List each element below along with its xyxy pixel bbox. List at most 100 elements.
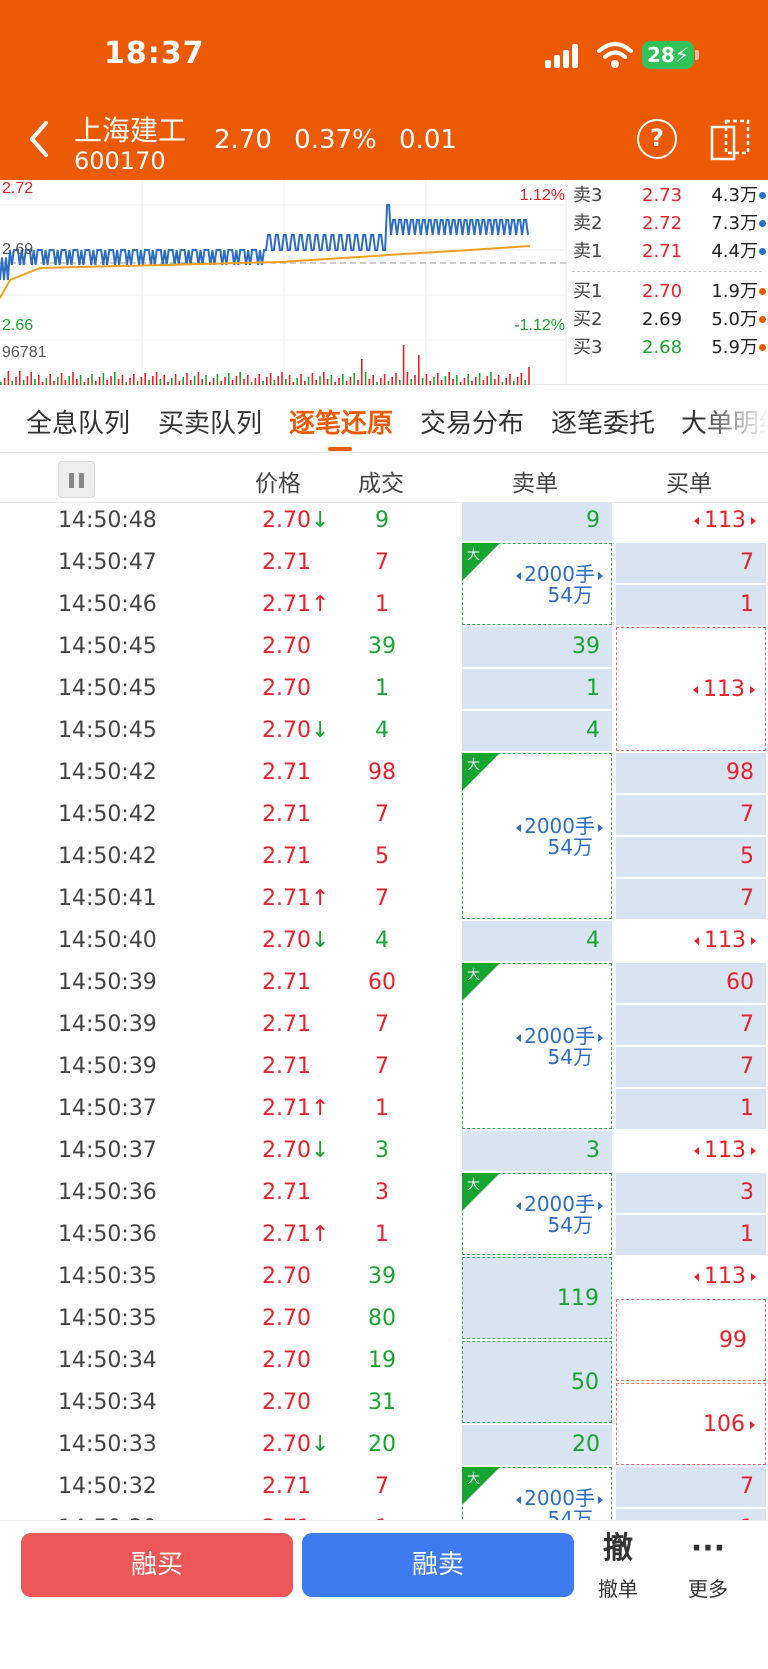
big-sell-order[interactable]: 大 2000手 54万	[462, 543, 612, 625]
tick-row[interactable]: 14:50:36 2.71↑ 1	[0, 1214, 462, 1256]
buy-order[interactable]: 7	[616, 543, 766, 583]
volume-bar	[247, 375, 249, 385]
tick-row[interactable]: 14:50:40 2.70↓ 4	[0, 920, 462, 962]
buy-order[interactable]: 7	[616, 795, 766, 835]
tab-tick-replay[interactable]: 逐笔还原	[289, 403, 393, 440]
margin-buy-button[interactable]: 融买	[21, 1533, 293, 1597]
tick-row[interactable]: 14:50:45 2.70 1	[0, 668, 462, 710]
tick-row[interactable]: 14:50:48 2.70↓ 9	[0, 503, 462, 542]
tick-row[interactable]: 14:50:37 2.70↓ 3	[0, 1130, 462, 1172]
sell-order[interactable]: 39	[462, 627, 612, 667]
clock: 18:37	[104, 36, 205, 71]
volume-label: 96781	[2, 344, 47, 361]
buy-order[interactable]: 1	[616, 1509, 766, 1520]
ob-label: 买1	[573, 281, 603, 302]
sell-order[interactable]: 4	[462, 711, 612, 751]
tick-row[interactable]: 14:50:45 2.70 39	[0, 626, 462, 668]
buy-order[interactable]: 7	[616, 1005, 766, 1045]
wifi-icon	[597, 42, 633, 68]
tick-row[interactable]: 14:50:42 2.71 7	[0, 794, 462, 836]
buy-order-big[interactable]: 113	[616, 1131, 766, 1171]
tick-row[interactable]: 14:50:30 2.71 1	[0, 1508, 462, 1520]
tab-trade-distribution[interactable]: 交易分布	[420, 403, 524, 440]
tick-price: 2.70↓	[262, 1130, 329, 1172]
tick-row[interactable]: 14:50:39 2.71 7	[0, 1004, 462, 1046]
buy-order[interactable]: 7	[616, 1467, 766, 1507]
big-order-amount: 54万	[547, 1213, 593, 1237]
tab-bid-ask-queue[interactable]: 买卖队列	[158, 403, 262, 440]
tick-row[interactable]: 14:50:37 2.71↑ 1	[0, 1088, 462, 1130]
ob-volume: 7.3万	[711, 213, 758, 234]
big-order-lots-line: 2000手	[516, 816, 603, 837]
sell-order[interactable]: 20	[462, 1425, 612, 1465]
buy-order-big[interactable]: 113	[616, 503, 766, 541]
buy-order[interactable]: 3	[616, 1173, 766, 1213]
tick-row[interactable]: 14:50:41 2.71↑ 7	[0, 878, 462, 920]
buy-order[interactable]: 5	[616, 837, 766, 877]
buy-order[interactable]: 98	[616, 753, 766, 793]
help-icon[interactable]: ?	[637, 119, 677, 159]
sell-order[interactable]: 1	[462, 669, 612, 709]
tick-row[interactable]: 14:50:35 2.70 39	[0, 1256, 462, 1298]
buy-order[interactable]: 1	[616, 585, 766, 625]
tick-row[interactable]: 14:50:45 2.70↓ 4	[0, 710, 462, 752]
big-sell-order[interactable]: 大 2000手 54万	[462, 963, 612, 1129]
tick-row[interactable]: 14:50:34 2.70 31	[0, 1382, 462, 1424]
tick-row[interactable]: 14:50:47 2.71 7	[0, 542, 462, 584]
tick-time: 14:50:30	[58, 1508, 157, 1520]
sell-order-merged[interactable]: 50	[462, 1341, 612, 1423]
tick-row[interactable]: 14:50:46 2.71↑ 1	[0, 584, 462, 626]
sell-order[interactable]: 4	[462, 921, 612, 961]
cancel-order-button[interactable]: 撤 撤单	[578, 1529, 658, 1602]
buy-order[interactable]: 7	[616, 1047, 766, 1087]
big-sell-order[interactable]: 大 2000手 54万	[462, 1467, 612, 1520]
big-sell-order[interactable]: 大 2000手 54万	[462, 753, 612, 919]
buy-order-big[interactable]: 113	[616, 627, 766, 751]
pause-button[interactable]	[58, 461, 95, 498]
buy-order[interactable]: 1	[616, 1215, 766, 1255]
tick-row[interactable]: 14:50:34 2.70 19	[0, 1340, 462, 1382]
buy-order-value: 113	[704, 928, 746, 953]
margin-sell-button[interactable]: 融卖	[302, 1533, 574, 1597]
sell-order[interactable]: 9	[462, 503, 612, 541]
big-order-amount: 54万	[547, 1507, 593, 1521]
back-icon[interactable]	[26, 119, 52, 159]
more-button[interactable]: ··· 更多	[668, 1529, 748, 1602]
volume-bar	[330, 375, 333, 385]
buy-order-big[interactable]: 113	[616, 921, 766, 961]
tick-row[interactable]: 14:50:33 2.70↓ 20	[0, 1424, 462, 1466]
buy-order-big[interactable]: 106	[616, 1383, 766, 1465]
buy-order-big[interactable]: 113	[616, 1257, 766, 1297]
tick-row[interactable]: 14:50:39 2.71 60	[0, 962, 462, 1004]
tab-full-queue[interactable]: 全息队列	[26, 403, 130, 440]
intraday-chart[interactable]: 2.72 2.69 2.66 1.12% -1.12% 96781 卖3 2.73…	[0, 180, 768, 385]
big-sell-order[interactable]: 大 2000手 54万	[462, 1173, 612, 1255]
buy-order[interactable]: 60	[616, 963, 766, 1003]
buy-order[interactable]: 7	[616, 879, 766, 919]
volume-bar	[155, 372, 158, 385]
buy-order-big[interactable]: 99	[616, 1299, 766, 1381]
tick-price: 2.70↓	[262, 710, 329, 752]
tick-row[interactable]: 14:50:39 2.71 7	[0, 1046, 462, 1088]
tick-row[interactable]: 14:50:42 2.71 5	[0, 836, 462, 878]
volume-bar	[372, 375, 374, 385]
tick-volume: 3	[375, 1180, 389, 1205]
sell-order-merged[interactable]: 119	[462, 1257, 612, 1339]
big-order-text: 2000手 54万	[516, 1026, 603, 1068]
buy-order[interactable]: 1	[616, 1089, 766, 1129]
tab-tick-orders[interactable]: 逐笔委托	[551, 403, 655, 440]
layout-switch-icon[interactable]	[710, 119, 750, 161]
tick-row[interactable]: 14:50:32 2.71 7	[0, 1466, 462, 1508]
tick-time: 14:50:34	[58, 1348, 157, 1373]
tick-time: 14:50:45	[58, 634, 157, 659]
sell-order[interactable]: 3	[462, 1131, 612, 1171]
ob-label: 卖3	[573, 185, 603, 206]
tick-volume: 19	[368, 1348, 396, 1373]
arrow-down-icon: ↓	[310, 928, 330, 953]
tick-row[interactable]: 14:50:36 2.71 3	[0, 1172, 462, 1214]
tick-row[interactable]: 14:50:42 2.71 98	[0, 752, 462, 794]
tick-row[interactable]: 14:50:35 2.70 80	[0, 1298, 462, 1340]
stock-price: 2.70	[214, 125, 272, 155]
tick-list[interactable]: 14:50:48 2.70↓ 9 14:50:47 2.71 7 14:50:46 2.71↑…	[0, 503, 768, 1520]
battery-tip	[695, 50, 699, 60]
